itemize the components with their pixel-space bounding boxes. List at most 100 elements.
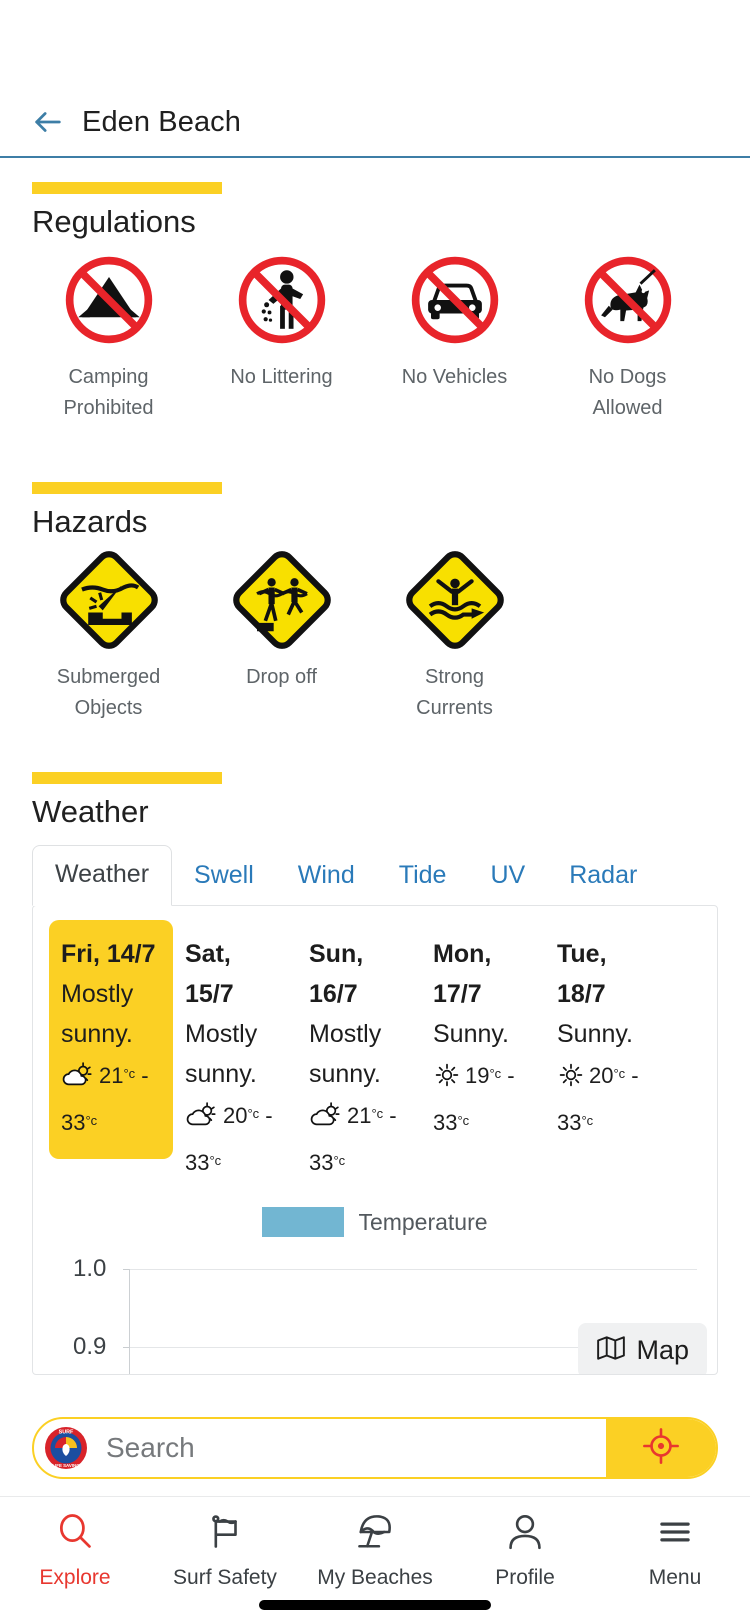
tab-swell[interactable]: Swell	[172, 847, 276, 906]
regulation-item-dogs[interactable]: No Dogs Allowed	[541, 250, 714, 424]
forecast-day: Tue, 18/7	[557, 940, 607, 1008]
person-icon	[504, 1511, 546, 1558]
hazard-item-drop-off[interactable]: Drop off	[195, 550, 368, 724]
y-tick-label: 1.0	[73, 1255, 107, 1282]
forecast-min: 21	[99, 1063, 124, 1088]
legend-label-temperature: Temperature	[358, 1208, 488, 1235]
forecast-max: 33	[61, 1110, 86, 1135]
forecast-min: 20	[223, 1103, 248, 1128]
surf-life-saving-logo: SURF LIFE SAVING	[44, 1426, 88, 1470]
forecast-day: Fri, 14/7	[61, 940, 156, 968]
back-arrow-icon[interactable]	[28, 102, 68, 142]
map-icon	[596, 1335, 626, 1366]
regulation-label: No Dogs Allowed	[588, 366, 667, 419]
regulation-item-vehicles[interactable]: No Vehicles	[368, 250, 541, 424]
chart-legend: Temperature	[33, 1207, 717, 1237]
home-indicator	[259, 1600, 491, 1610]
weather-tabs: Weather Swell Wind Tide UV Radar	[32, 844, 750, 906]
section-accent-bar-weather	[32, 772, 222, 784]
hazard-label: Strong Currents	[416, 666, 493, 719]
forecast-desc: Sunny.	[557, 1020, 633, 1048]
nav-item-menu[interactable]: Menu	[600, 1511, 750, 1590]
no-dogs-icon	[580, 250, 676, 350]
no-vehicles-icon	[407, 250, 503, 350]
search-input[interactable]	[88, 1432, 606, 1464]
forecast-temps: 20°c - 33°c	[185, 1101, 273, 1175]
search-icon	[54, 1511, 96, 1558]
map-button-label: Map	[636, 1335, 689, 1365]
weather-panel: Fri, 14/7 Mostly sunny. 21°c - 33°c Sat,…	[32, 905, 718, 1375]
legend-swatch-temperature[interactable]	[262, 1207, 345, 1237]
forecast-unit: °c	[489, 1066, 502, 1081]
nav-label: Explore	[39, 1566, 111, 1589]
forecast-card-today[interactable]: Fri, 14/7 Mostly sunny. 21°c - 33°c	[49, 920, 173, 1159]
tab-tide[interactable]: Tide	[377, 847, 469, 906]
forecast-unit: °c	[581, 1113, 594, 1128]
partly-sunny-icon	[185, 1101, 219, 1141]
app-bar: Eden Beach	[0, 88, 750, 158]
forecast-min: 21	[347, 1103, 372, 1128]
partly-sunny-icon	[309, 1101, 343, 1141]
section-title-weather: Weather	[32, 794, 149, 829]
forecast-temps: 21°c - 33°c	[309, 1101, 397, 1175]
map-button[interactable]: Map	[578, 1323, 707, 1374]
tab-weather[interactable]: Weather	[32, 845, 173, 906]
forecast-card[interactable]: Sun, 16/7 Mostly sunny. 21°c - 33°c	[297, 920, 421, 1199]
forecast-min: 19	[465, 1063, 490, 1088]
hazard-label: Submerged Objects	[56, 666, 161, 719]
forecast-day: Sat, 15/7	[185, 940, 234, 1008]
forecast-max: 33	[185, 1150, 210, 1175]
hazard-item-strong-currents[interactable]: Strong Currents	[368, 550, 541, 724]
forecast-desc: Mostly sunny.	[61, 980, 134, 1048]
section-title-regulations: Regulations	[32, 204, 196, 239]
nav-item-profile[interactable]: Profile	[450, 1511, 600, 1590]
regulation-item-camping[interactable]: Camping Prohibited	[22, 250, 195, 424]
forecast-temps: 20°c - 33°c	[557, 1061, 639, 1135]
status-bar	[0, 0, 750, 88]
svg-text:LIFE SAVING: LIFE SAVING	[52, 1463, 80, 1468]
forecast-max: 33	[557, 1110, 582, 1135]
tab-uv[interactable]: UV	[468, 847, 547, 906]
regulations-icon-row: Camping Prohibited No Littering No Vehic…	[0, 250, 750, 424]
no-camping-icon	[61, 250, 157, 350]
search-bar[interactable]: SURF LIFE SAVING	[32, 1417, 718, 1479]
locate-me-button[interactable]	[606, 1419, 716, 1477]
nav-item-my-beaches[interactable]: My Beaches	[300, 1511, 450, 1590]
forecast-unit: °c	[123, 1066, 136, 1081]
nav-label: Surf Safety	[173, 1566, 277, 1589]
tab-wind[interactable]: Wind	[276, 847, 377, 906]
forecast-row: Fri, 14/7 Mostly sunny. 21°c - 33°c Sat,…	[33, 906, 717, 1199]
sunny-icon	[433, 1061, 461, 1101]
forecast-unit: °c	[333, 1153, 346, 1168]
hazard-label: Drop off	[246, 666, 317, 688]
forecast-max: 33	[309, 1150, 334, 1175]
tab-radar[interactable]: Radar	[547, 847, 659, 906]
flag-icon	[204, 1511, 246, 1558]
hamburger-icon	[654, 1511, 696, 1558]
section-title-hazards: Hazards	[32, 504, 148, 539]
forecast-card[interactable]: Sat, 15/7 Mostly sunny. 20°c - 33°c	[173, 920, 297, 1199]
sunny-icon	[557, 1061, 585, 1101]
nav-item-surf-safety[interactable]: Surf Safety	[150, 1511, 300, 1590]
section-accent-bar-hazards	[32, 482, 222, 494]
forecast-card[interactable]: Tue, 18/7 Sunny. 20°c - 33°c	[545, 920, 669, 1159]
forecast-max: 33	[433, 1110, 458, 1135]
regulation-label: No Littering	[230, 366, 333, 388]
chart-gridline	[129, 1269, 697, 1270]
forecast-temps: 19°c - 33°c	[433, 1061, 515, 1135]
nav-item-explore[interactable]: Explore	[0, 1511, 150, 1590]
section-accent-bar-regulations	[32, 182, 222, 194]
nav-label: Menu	[648, 1566, 702, 1589]
forecast-min: 20	[589, 1063, 614, 1088]
regulation-item-littering[interactable]: No Littering	[195, 250, 368, 424]
strong-currents-icon	[403, 550, 507, 650]
forecast-unit: °c	[371, 1106, 384, 1121]
regulation-label: Camping Prohibited	[63, 366, 154, 419]
forecast-desc: Sunny.	[433, 1020, 509, 1048]
hazards-icon-row: Submerged Objects Drop off Strong Curren…	[0, 550, 750, 724]
y-tick-label: 0.9	[73, 1333, 107, 1360]
svg-text:SURF: SURF	[59, 1430, 74, 1436]
forecast-card[interactable]: Mon, 17/7 Sunny. 19°c - 33°c	[421, 920, 545, 1159]
nav-label: My Beaches	[317, 1566, 433, 1589]
hazard-item-submerged-objects[interactable]: Submerged Objects	[22, 550, 195, 724]
